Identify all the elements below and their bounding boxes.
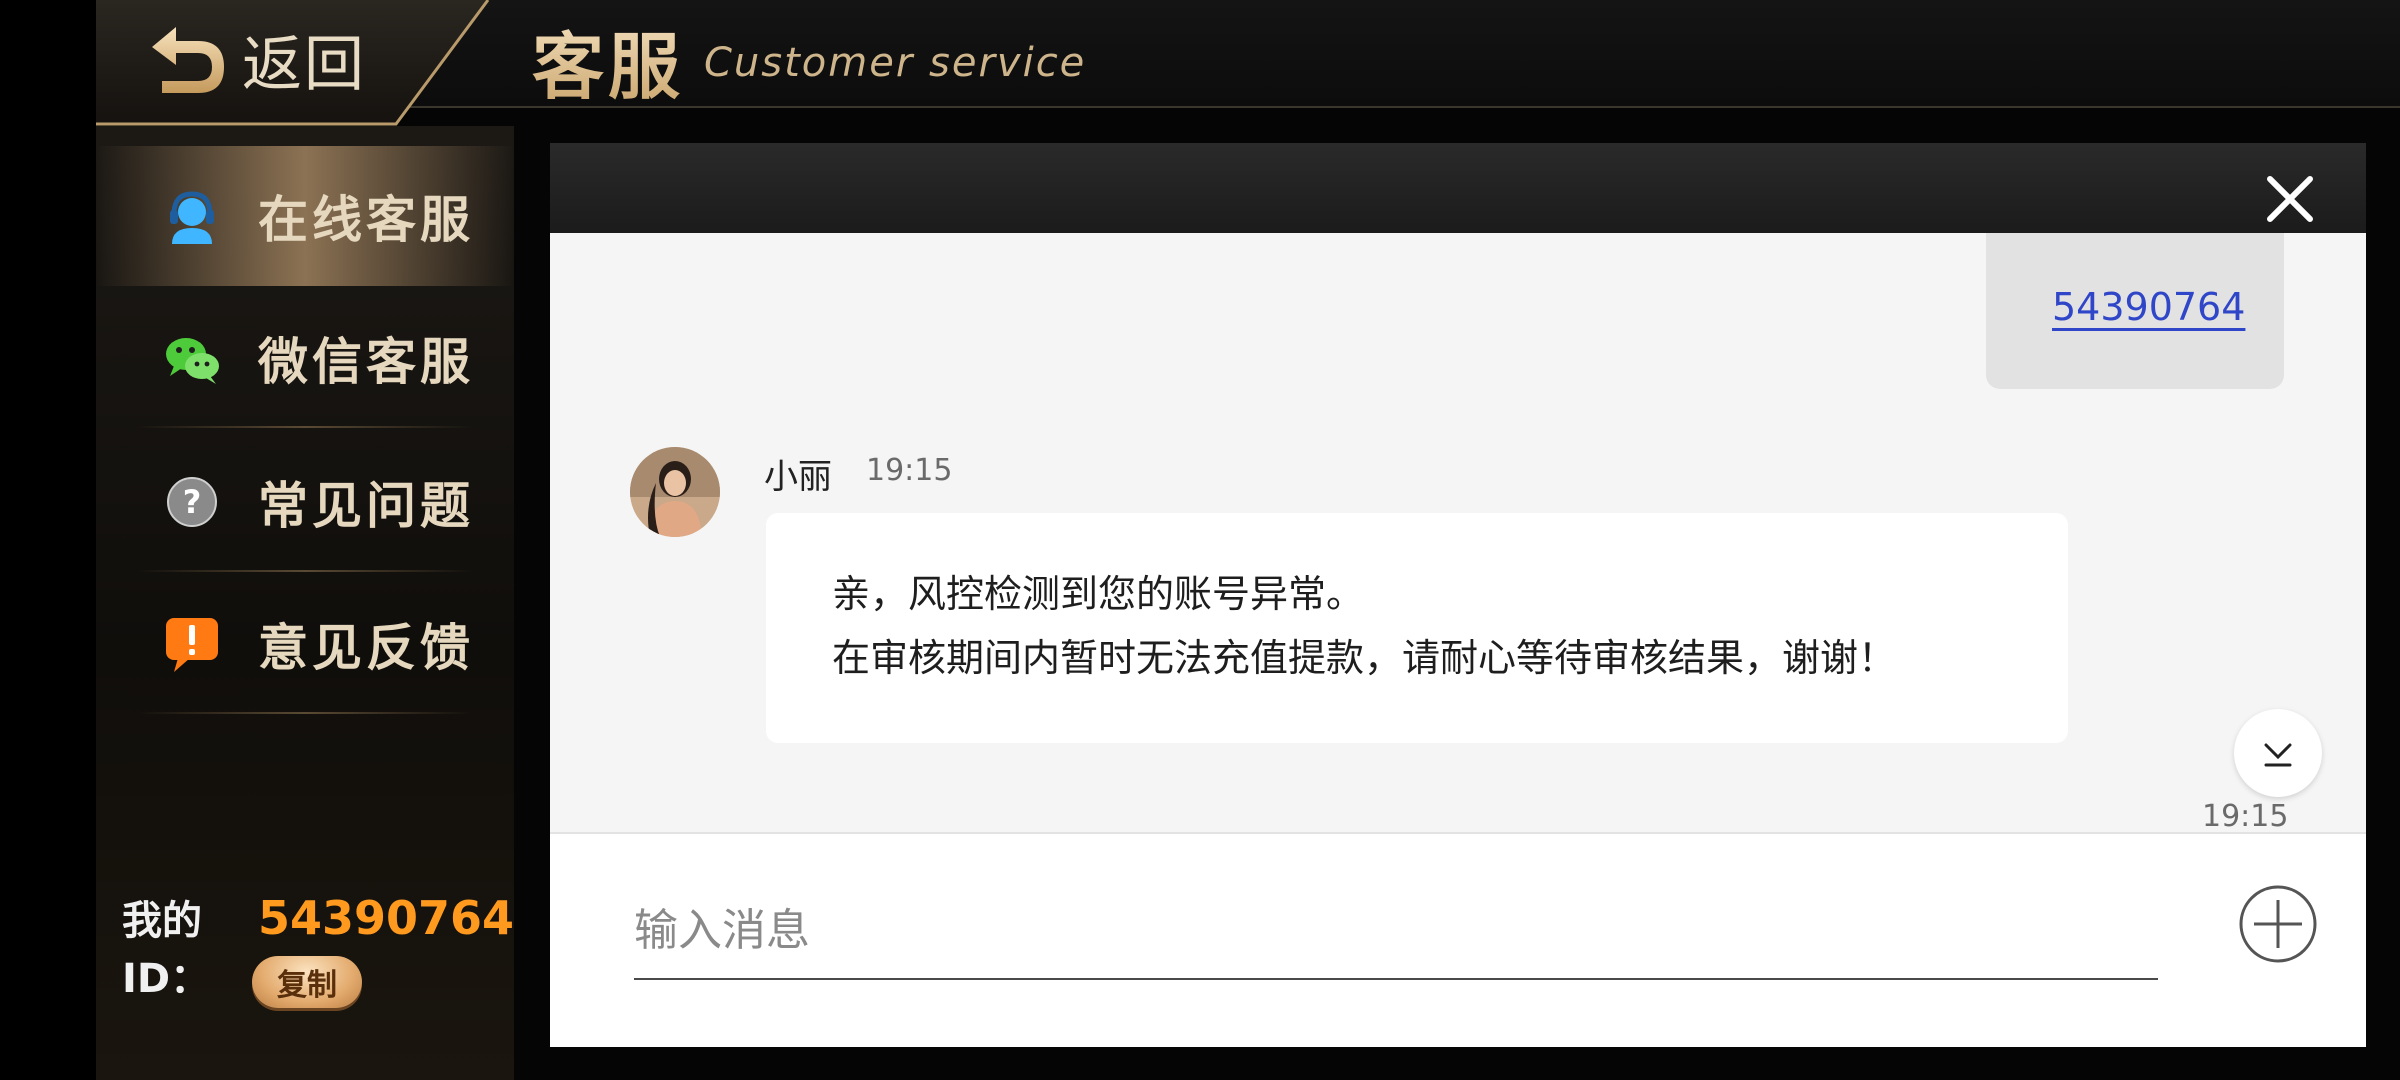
copy-id-button[interactable]: 复制 [252,956,362,1008]
plus-icon[interactable] [2238,884,2318,964]
sidebar-item-wechat-service[interactable]: 微信客服 [96,288,514,428]
sidebar-item-label: 常见问题 [258,477,474,535]
agent-name: 小丽 [764,457,832,497]
svg-text:?: ? [183,483,202,521]
sidebar-item-label: 意见反馈 [258,619,474,677]
agent-message-line: 亲，风控检测到您的账号异常。 [832,572,1365,616]
agent-message-line: 在审核期间内暂时无法充值提款，请耐心等待审核结果，谢谢！ [832,636,1897,680]
sidebar-item-feedback[interactable]: 意见反馈 [96,574,514,714]
chat-panel: 54390764 小丽 19:15 亲，风控检测到您的账号异常。 在审核期间内暂… [550,143,2366,1047]
agent-message-time: 19:15 [866,453,953,488]
feedback-icon [166,618,218,672]
my-message-bubble: 54390764 [1986,233,2284,389]
message-timestamp: 19:15 [2202,799,2289,834]
scroll-to-bottom-button[interactable] [2234,709,2322,797]
chat-top-bar [550,143,2366,233]
sidebar-item-online-service[interactable]: 在线客服 [96,146,514,286]
question-icon: ? [167,477,217,527]
wechat-icon [166,338,219,384]
header-bar: 返回 客服 Customer service [96,0,2400,126]
my-message-link[interactable]: 54390764 [2052,285,2245,329]
headset-icon [170,191,214,244]
sidebar: 在线客服 微信客服 ? 常见问题 意见反馈 我的ID： 54390764 复制 [96,126,514,1080]
sidebar-item-faq[interactable]: ? 常见问题 [96,432,514,572]
divider [136,712,474,714]
message-composer [550,832,2366,1047]
agent-avatar [630,447,720,537]
page-title: 客服 [532,8,684,113]
sidebar-item-label: 在线客服 [258,191,474,249]
back-label: 返回 [242,29,366,100]
avatar-image [630,447,720,537]
agent-message-bubble: 亲，风控检测到您的账号异常。 在审核期间内暂时无法充值提款，请耐心等待审核结果，… [766,513,2068,743]
back-arrow-icon [152,27,224,93]
customer-service-app: 返回 客服 Customer service 在线客服 微信客服 ? 常见问题 … [96,0,2400,1080]
page-subtitle: Customer service [704,40,1087,86]
chevron-down-icon [2264,743,2292,767]
divider [136,426,474,428]
sidebar-item-label: 微信客服 [258,333,474,391]
back-button[interactable]: 返回 [146,14,366,104]
close-icon[interactable] [2260,169,2320,229]
user-id-label: 我的ID： [122,898,211,1002]
divider [136,570,474,572]
user-id-value: 54390764 [257,891,514,945]
message-input[interactable] [634,882,2158,980]
